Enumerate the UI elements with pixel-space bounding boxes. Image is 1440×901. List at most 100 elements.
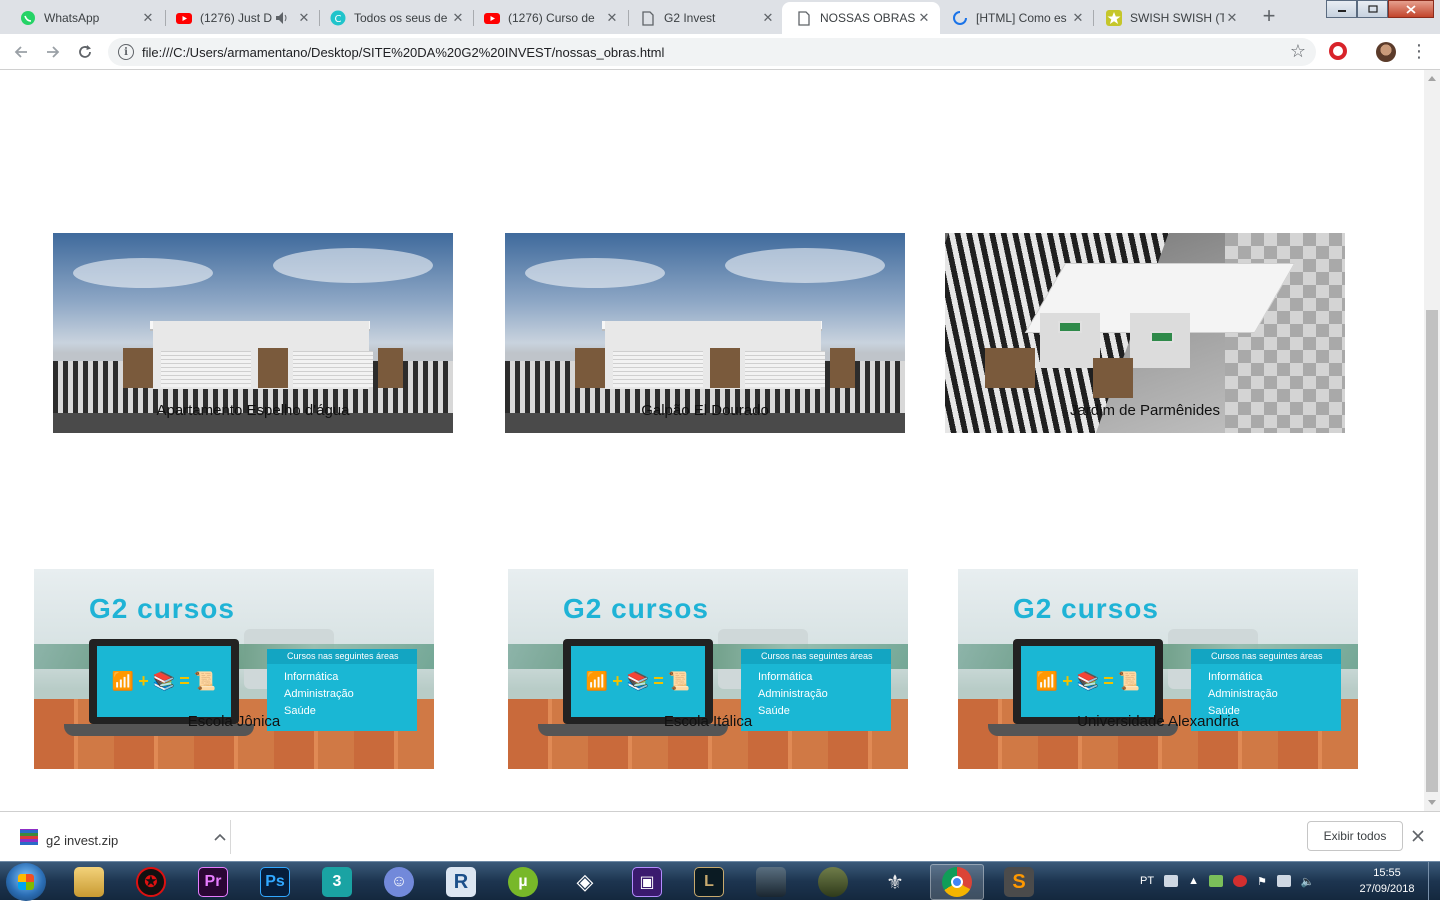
- tab-swish-swish[interactable]: SWISH SWISH (T ✕: [1092, 2, 1248, 34]
- curso-card[interactable]: G2 cursos 📶 + 📚 = 📜 Cursos nas seguintes áre…: [34, 569, 434, 769]
- browser-menu-icon[interactable]: ⋮: [1410, 40, 1428, 64]
- tab-g2-invest[interactable]: G2 Invest ✕: [626, 2, 784, 34]
- clock-time: 15:55: [1373, 867, 1401, 879]
- close-icon[interactable]: ✕: [450, 10, 466, 26]
- close-icon: [1406, 4, 1416, 14]
- close-window-button[interactable]: [1388, 0, 1434, 18]
- page-viewport: Apartamento Espelho d'água Galpão El Dou…: [0, 70, 1424, 811]
- address-bar[interactable]: i file:///C:/Users/armamentano/Desktop/S…: [108, 38, 1316, 66]
- forward-button[interactable]: [40, 39, 66, 65]
- panel-header: Cursos nas seguintes áreas: [267, 649, 417, 664]
- close-icon[interactable]: ✕: [1070, 10, 1086, 26]
- premiere-icon[interactable]: Pr: [186, 864, 240, 900]
- maximize-button[interactable]: [1357, 0, 1388, 18]
- close-icon[interactable]: ✕: [296, 10, 312, 26]
- tab-title: (1276) Just D: [200, 11, 273, 25]
- vertical-scrollbar[interactable]: [1424, 70, 1440, 811]
- obra-card[interactable]: Apartamento Espelho d'água: [53, 233, 453, 433]
- start-button[interactable]: [6, 863, 46, 901]
- obra-card[interactable]: Jardim de Parmênides: [945, 233, 1345, 433]
- show-all-downloads-button[interactable]: Exibir todos: [1307, 821, 1403, 851]
- obra-card[interactable]: Galpão El Dourado: [505, 233, 905, 433]
- gaming-app-icon[interactable]: ✪: [124, 864, 178, 900]
- obra-caption: Galpão El Dourado: [641, 402, 769, 419]
- back-button[interactable]: [8, 39, 34, 65]
- page-icon: [640, 10, 656, 26]
- tab-title: [HTML] Como es: [976, 11, 1067, 25]
- url-text[interactable]: file:///C:/Users/armamentano/Desktop/SIT…: [142, 45, 664, 60]
- browser-toolbar: i file:///C:/Users/armamentano/Desktop/S…: [0, 34, 1440, 70]
- close-icon[interactable]: ✕: [916, 10, 932, 26]
- curso-caption: Escola Itálica: [663, 713, 753, 730]
- revit-icon[interactable]: R: [434, 864, 488, 900]
- banner-title: G2 cursos: [563, 593, 709, 624]
- close-download-bar-icon[interactable]: [1412, 826, 1424, 847]
- scroll-thumb[interactable]: [1426, 310, 1438, 792]
- close-icon[interactable]: ✕: [760, 10, 776, 26]
- show-desktop-button[interactable]: [1428, 862, 1440, 900]
- tab-canva[interactable]: C Todos os seus de ✕: [316, 2, 474, 34]
- audio-playing-icon[interactable]: [274, 10, 290, 26]
- close-icon[interactable]: ✕: [604, 10, 620, 26]
- tab-youtube-curso[interactable]: (1276) Curso de ✕: [470, 2, 628, 34]
- close-icon[interactable]: ✕: [140, 10, 156, 26]
- halo-icon[interactable]: [806, 864, 860, 900]
- reload-button[interactable]: [72, 39, 98, 65]
- diploma-icon: 📜: [193, 671, 217, 691]
- network-icon[interactable]: [1276, 875, 1291, 887]
- profile-avatar[interactable]: [1376, 42, 1396, 62]
- clock[interactable]: 15:55 27/09/2018: [1352, 865, 1422, 897]
- chrome-icon[interactable]: [930, 864, 984, 900]
- gamemaker-icon[interactable]: ◈: [558, 864, 612, 900]
- explorer-icon[interactable]: [62, 864, 116, 900]
- antivirus-icon[interactable]: [1232, 875, 1247, 887]
- star-favicon-icon: [1106, 10, 1122, 26]
- windows-taskbar: ✪ Pr Ps 3 ☺ R µ ◈ ▣ L ⚜ S PT ▲ ⚑ 🔈 15:55…: [0, 861, 1440, 901]
- 3dsmax-icon[interactable]: 3: [310, 864, 364, 900]
- curso-card[interactable]: G2 cursos 📶 + 📚 = 📜 Cursos nas seguintes áre…: [958, 569, 1358, 769]
- curso-caption: Escola Jônica: [187, 713, 281, 730]
- info-icon[interactable]: i: [118, 44, 134, 60]
- league-of-legends-icon[interactable]: L: [682, 864, 736, 900]
- close-icon[interactable]: ✕: [1224, 10, 1240, 26]
- skyrim-icon[interactable]: ⚜: [868, 864, 922, 900]
- laptop-image: 📶 + 📚 = 📜: [89, 639, 239, 724]
- flag-icon[interactable]: ⚑: [1257, 875, 1267, 888]
- curso-card[interactable]: G2 cursos 📶 + 📚 = 📜 Cursos nas seguintes áre…: [508, 569, 908, 769]
- download-item[interactable]: g2 invest.zip: [10, 820, 230, 854]
- tray-app-icon[interactable]: [1208, 875, 1223, 887]
- discord-icon[interactable]: ☺: [372, 864, 426, 900]
- loading-icon: [952, 10, 968, 26]
- tab-html-como[interactable]: [HTML] Como es ✕: [938, 2, 1094, 34]
- cpu-app-icon[interactable]: ▣: [620, 864, 674, 900]
- page-icon: [796, 10, 812, 26]
- volume-icon[interactable]: 🔈: [1301, 875, 1315, 888]
- minimize-button[interactable]: [1326, 0, 1357, 18]
- chevron-up-icon[interactable]: [210, 830, 230, 844]
- photoshop-icon[interactable]: Ps: [248, 864, 302, 900]
- keyboard-icon[interactable]: [1164, 875, 1179, 887]
- system-tray: PT ▲ ⚑ 🔈: [1140, 862, 1315, 900]
- scroll-down-arrow-icon[interactable]: [1428, 800, 1436, 805]
- sublime-text-icon[interactable]: S: [992, 864, 1046, 900]
- restore-icon: [1367, 5, 1378, 13]
- new-tab-button[interactable]: +: [1256, 5, 1282, 29]
- opera-extension-icon[interactable]: [1329, 42, 1347, 60]
- scroll-up-arrow-icon[interactable]: [1428, 76, 1436, 81]
- language-indicator[interactable]: PT: [1140, 875, 1154, 887]
- books-icon: 📚: [626, 671, 650, 691]
- laptop-image: 📶 + 📚 = 📜: [563, 639, 713, 724]
- tab-youtube-just-dance[interactable]: (1276) Just D ✕: [162, 2, 320, 34]
- diploma-icon: 📜: [667, 671, 691, 691]
- tab-whatsapp[interactable]: WhatsApp ✕: [6, 2, 164, 34]
- clock-date: 27/09/2018: [1359, 883, 1415, 895]
- show-hidden-icons-icon[interactable]: ▲: [1188, 875, 1199, 887]
- obra-caption: Jardim de Parmênides: [1069, 402, 1221, 419]
- download-file-name[interactable]: g2 invest.zip: [46, 833, 210, 848]
- game-icon[interactable]: [744, 864, 798, 900]
- tab-nossas-obras[interactable]: NOSSAS OBRAS ✕: [782, 2, 940, 34]
- bookmark-star-icon[interactable]: ☆: [1290, 41, 1306, 62]
- utorrent-icon[interactable]: µ: [496, 864, 550, 900]
- forward-arrow-icon: [47, 46, 60, 58]
- wifi-icon: 📶: [1035, 671, 1059, 691]
